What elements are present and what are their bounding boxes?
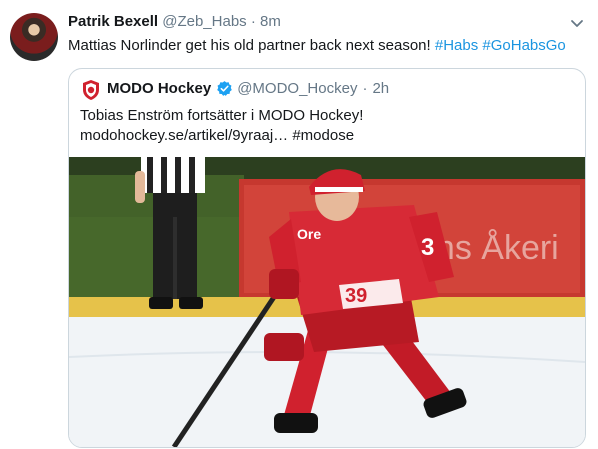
sleeve-number: 3 bbox=[421, 234, 434, 261]
author-avatar[interactable] bbox=[10, 13, 58, 61]
verified-badge-icon bbox=[217, 81, 232, 96]
quoted-article-link[interactable]: modohockey.se/artikel/9yraaj… bbox=[80, 127, 288, 144]
hashtag-habs[interactable]: #Habs bbox=[435, 37, 478, 54]
chevron-down-icon[interactable] bbox=[568, 14, 586, 32]
quoted-text: Tobias Enström fortsätter i MODO Hockey!… bbox=[80, 106, 363, 146]
quoted-separator: · bbox=[362, 80, 368, 97]
quoted-text-line-1: Tobias Enström fortsätter i MODO Hockey! bbox=[80, 107, 364, 124]
jersey-number: 39 bbox=[345, 285, 367, 307]
hockey-player-photo: ans Åkeri 39 Ore 3 bbox=[69, 157, 585, 447]
author-handle[interactable]: @Zeb_Habs bbox=[162, 13, 246, 30]
quoted-display-name[interactable]: MODO Hockey bbox=[107, 80, 211, 97]
author-display-name[interactable]: Patrik Bexell bbox=[68, 13, 158, 30]
hashtag-modose[interactable]: #modose bbox=[292, 127, 354, 144]
quoted-photo[interactable]: ans Åkeri 39 Ore 3 bbox=[69, 157, 585, 447]
quoted-tweet-card[interactable]: MODO Hockey @MODO_Hockey · 2h Tobias Ens… bbox=[68, 68, 586, 448]
quoted-handle[interactable]: @MODO_Hockey bbox=[237, 80, 357, 97]
quoted-timestamp[interactable]: 2h bbox=[372, 80, 389, 97]
hashtag-gohabsgo[interactable]: #GoHabsGo bbox=[482, 37, 565, 54]
tweet-timestamp[interactable]: 8m bbox=[260, 13, 281, 30]
header-separator: · bbox=[250, 13, 256, 30]
tweet-header: Patrik Bexell @Zeb_Habs · 8m bbox=[68, 13, 281, 30]
quoted-header: MODO Hockey @MODO_Hockey · 2h bbox=[107, 80, 389, 97]
jersey-sponsor: Ore bbox=[297, 226, 321, 242]
tweet-text-body: Mattias Norlinder get his old partner ba… bbox=[68, 37, 435, 54]
modo-logo-icon[interactable] bbox=[81, 79, 101, 101]
tweet-text: Mattias Norlinder get his old partner ba… bbox=[68, 36, 566, 56]
